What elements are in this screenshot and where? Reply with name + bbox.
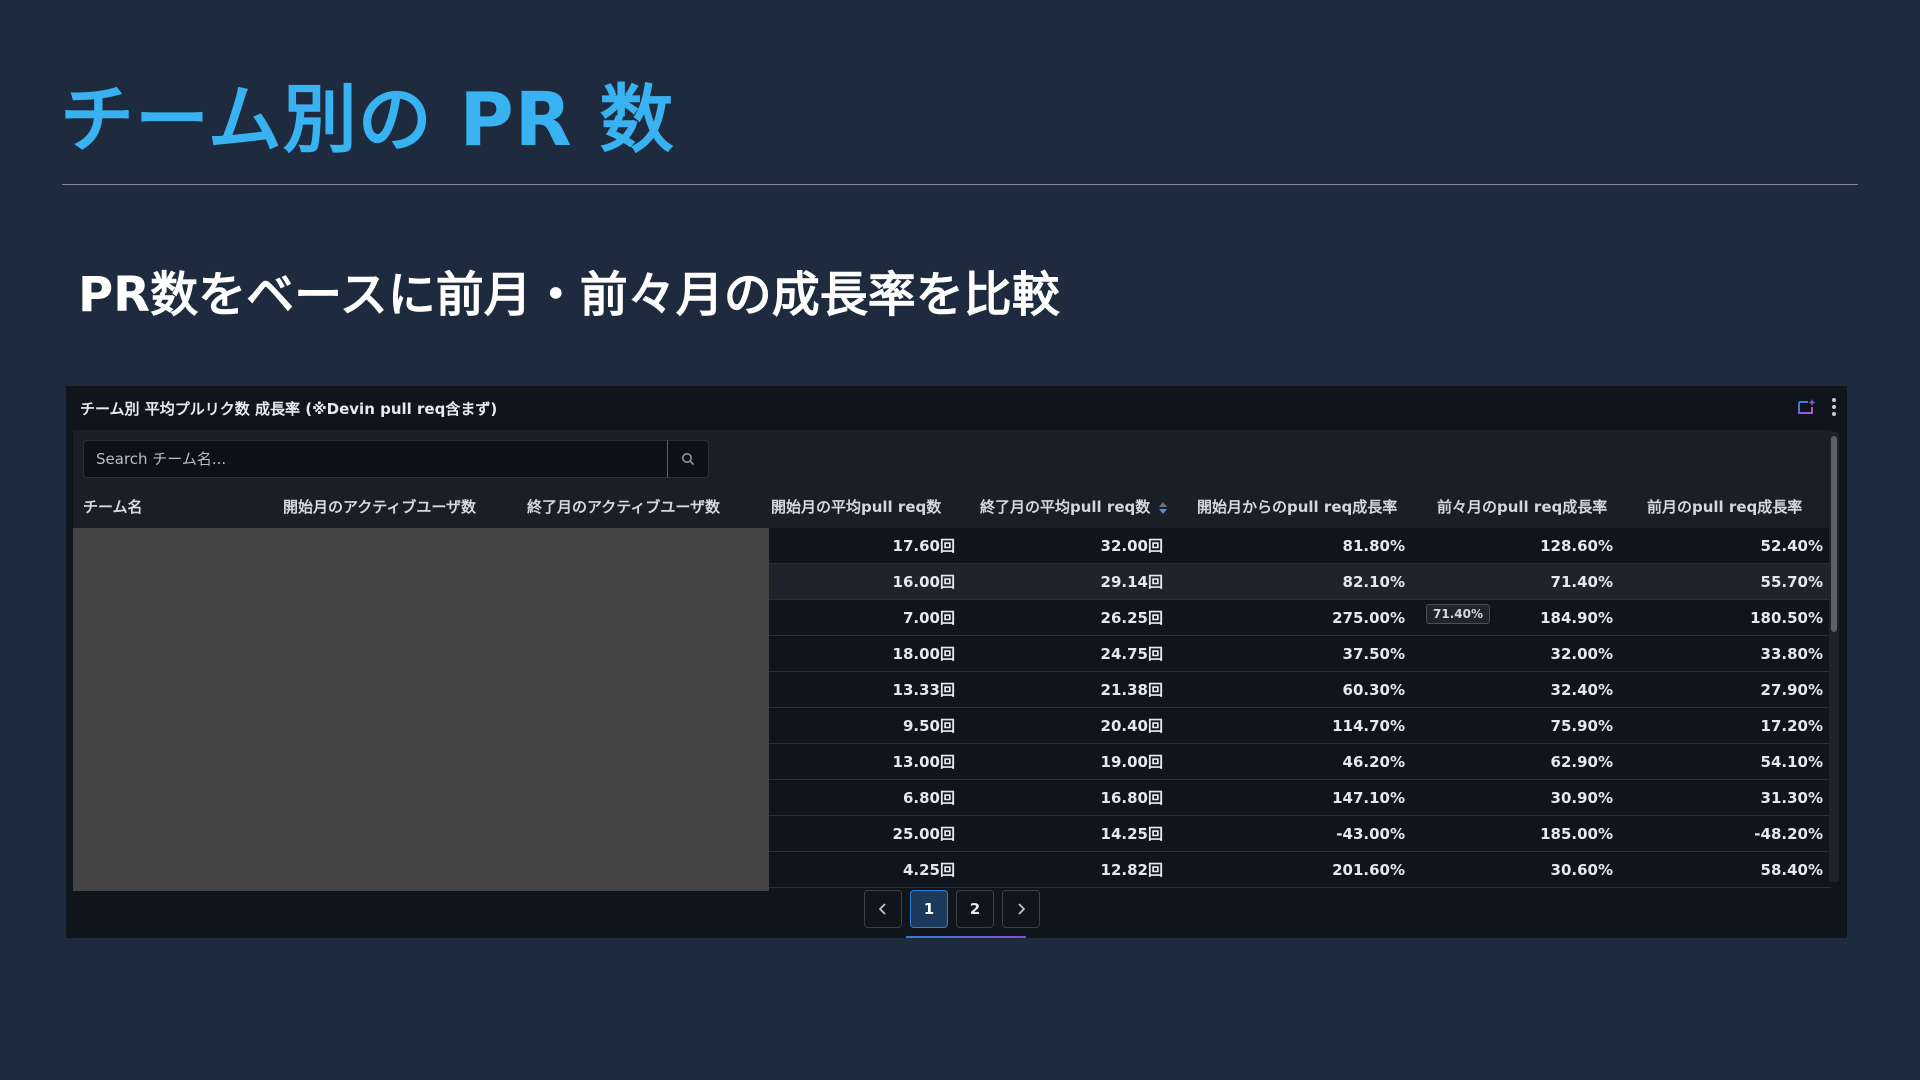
- table-body: 17.60回 32.00回 81.80% 128.60% 52.40% 16.00回 29.…: [769, 528, 1831, 888]
- column-header-row: チーム名 開始月のアクティブユーザ数 終了月のアクティブユーザ数 開始月の平均p…: [73, 486, 1831, 528]
- cell-tooltip: 71.40%: [1426, 604, 1490, 624]
- table-cell: 9.50回: [902, 717, 955, 735]
- table-row[interactable]: 6.80回 16.80回 147.10% 30.90% 31.30%: [769, 780, 1831, 816]
- column-header-team[interactable]: チーム名: [83, 486, 143, 528]
- panel-title: チーム別 平均プルリク数 成長率 (※Devin pull req含まず): [80, 400, 498, 418]
- table-row[interactable]: 4.25回 12.82回 201.60% 30.60% 58.40%: [769, 852, 1831, 888]
- table-cell: 180.50%: [1750, 609, 1823, 627]
- table-row[interactable]: 13.33回 21.38回 60.30% 32.40% 27.90%: [769, 672, 1831, 708]
- table-cell: 24.75回: [1100, 645, 1163, 663]
- table-cell: 13.33回: [892, 681, 955, 699]
- table-cell: 37.50%: [1342, 645, 1405, 663]
- slide-title: チーム別の PR 数: [60, 77, 675, 163]
- table-cell: 16.00回: [892, 573, 955, 591]
- table-cell: 7.00回: [902, 609, 955, 627]
- table-cell: 14.25回: [1100, 825, 1163, 843]
- table-cell: 32.00%: [1550, 645, 1613, 663]
- table-cell: 275.00%: [1332, 609, 1405, 627]
- table-row[interactable]: 25.00回 14.25回 -43.00% 185.00% -48.20%: [769, 816, 1831, 852]
- table-cell: 62.90%: [1550, 753, 1613, 771]
- table-row[interactable]: 9.50回 20.40回 114.70% 75.90% 17.20%: [769, 708, 1831, 744]
- data-table: チーム名 開始月のアクティブユーザ数 終了月のアクティブユーザ数 開始月の平均p…: [73, 430, 1831, 929]
- table-cell: 17.60回: [892, 537, 955, 555]
- pagination: 1 2: [864, 890, 1040, 928]
- search-icon: [682, 453, 695, 466]
- scrollbar-thumb[interactable]: [1831, 436, 1837, 632]
- table-cell: 12.82回: [1100, 861, 1163, 879]
- table-row[interactable]: 7.00回 26.25回 275.00% 184.90% 180.50%: [769, 600, 1831, 636]
- next-page-button[interactable]: [1002, 890, 1040, 928]
- column-header-growth-from-start[interactable]: 開始月からのpull req成長率: [1197, 486, 1397, 528]
- page-button-2[interactable]: 2: [956, 890, 994, 928]
- table-row[interactable]: 17.60回 32.00回 81.80% 128.60% 52.40%: [769, 528, 1831, 564]
- table-cell: 52.40%: [1760, 537, 1823, 555]
- column-header-end-avg-pr: 終了月の平均pull req数: [980, 498, 1151, 516]
- table-cell: 20.40回: [1100, 717, 1163, 735]
- table-cell: 29.14回: [1100, 573, 1163, 591]
- column-header-start-avg-pr[interactable]: 開始月の平均pull req数: [771, 486, 941, 528]
- table-cell: 71.40%: [1550, 573, 1613, 591]
- table-row[interactable]: 13.00回 19.00回 46.20% 62.90% 54.10%: [769, 744, 1831, 780]
- column-header-growth-two-months[interactable]: 前々月のpull req成長率: [1437, 486, 1607, 528]
- table-cell: 75.90%: [1550, 717, 1613, 735]
- table-cell: 4.25回: [902, 861, 955, 879]
- table-cell: 30.90%: [1550, 789, 1613, 807]
- column-header-end-users[interactable]: 終了月のアクティブユーザ数: [527, 486, 720, 528]
- table-cell: 27.90%: [1760, 681, 1823, 699]
- table-cell: 55.70%: [1760, 573, 1823, 591]
- sort-icon: [1159, 501, 1168, 514]
- table-cell: 18.00回: [892, 645, 955, 663]
- table-cell: 17.20%: [1760, 717, 1823, 735]
- pagination-indicator: [906, 936, 1026, 938]
- dashboard-panel: チーム別 平均プルリク数 成長率 (※Devin pull req含まず) Se…: [66, 386, 1847, 938]
- more-vertical-icon[interactable]: [1831, 398, 1837, 416]
- column-header-growth-last-month[interactable]: 前月のpull req成長率: [1647, 486, 1802, 528]
- table-cell: 31.30%: [1760, 789, 1823, 807]
- table-cell: 81.80%: [1342, 537, 1405, 555]
- column-header-start-users[interactable]: 開始月のアクティブユーザ数: [283, 486, 476, 528]
- redacted-columns: [73, 528, 769, 891]
- table-row[interactable]: 18.00回 24.75回 37.50% 32.00% 33.80%: [769, 636, 1831, 672]
- table-cell: 25.00回: [892, 825, 955, 843]
- table-cell: 16.80回: [1100, 789, 1163, 807]
- table-cell: 58.40%: [1760, 861, 1823, 879]
- table-cell: 128.60%: [1540, 537, 1613, 555]
- table-cell: 185.00%: [1540, 825, 1613, 843]
- table-cell: 201.60%: [1332, 861, 1405, 879]
- table-cell: -48.20%: [1754, 825, 1823, 843]
- table-scrollbar[interactable]: [1829, 432, 1839, 882]
- table-cell: 54.10%: [1760, 753, 1823, 771]
- search-bar: [73, 430, 1831, 486]
- table-cell: 114.70%: [1332, 717, 1405, 735]
- prev-page-button[interactable]: [864, 890, 902, 928]
- table-cell: 6.80回: [902, 789, 955, 807]
- divider: [62, 184, 1858, 185]
- panel-actions: [1797, 398, 1837, 416]
- table-cell: 19.00回: [1100, 753, 1163, 771]
- page-button-1[interactable]: 1: [910, 890, 948, 928]
- column-header-end-avg-pr-wrap[interactable]: 終了月の平均pull req数: [980, 486, 1168, 528]
- table-cell: 82.10%: [1342, 573, 1405, 591]
- table-cell: -43.00%: [1336, 825, 1405, 843]
- table-cell: 30.60%: [1550, 861, 1613, 879]
- table-cell: 32.40%: [1550, 681, 1613, 699]
- slide-subtitle: PR数をベースに前月・前々月の成長率を比較: [78, 267, 1060, 323]
- slide: チーム別の PR 数 PR数をベースに前月・前々月の成長率を比較 チーム別 平均…: [0, 0, 1920, 1080]
- table-cell: 13.00回: [892, 753, 955, 771]
- table-cell: 60.30%: [1342, 681, 1405, 699]
- table-row[interactable]: 16.00回 29.14回 82.10% 71.40% 55.70%: [769, 564, 1831, 600]
- search-button[interactable]: [667, 440, 709, 478]
- table-cell: 46.20%: [1342, 753, 1405, 771]
- panel-header: チーム別 平均プルリク数 成長率 (※Devin pull req含まず): [66, 386, 1847, 430]
- table-cell: 33.80%: [1760, 645, 1823, 663]
- table-cell: 26.25回: [1100, 609, 1163, 627]
- ai-sparkle-icon[interactable]: [1797, 398, 1817, 416]
- table-cell: 21.38回: [1100, 681, 1163, 699]
- table-cell: 32.00回: [1100, 537, 1163, 555]
- table-cell: 147.10%: [1332, 789, 1405, 807]
- chevron-right-icon: [1018, 903, 1026, 915]
- search-input[interactable]: [83, 440, 667, 478]
- chevron-left-icon: [878, 903, 886, 915]
- table-cell: 184.90%: [1540, 609, 1613, 627]
